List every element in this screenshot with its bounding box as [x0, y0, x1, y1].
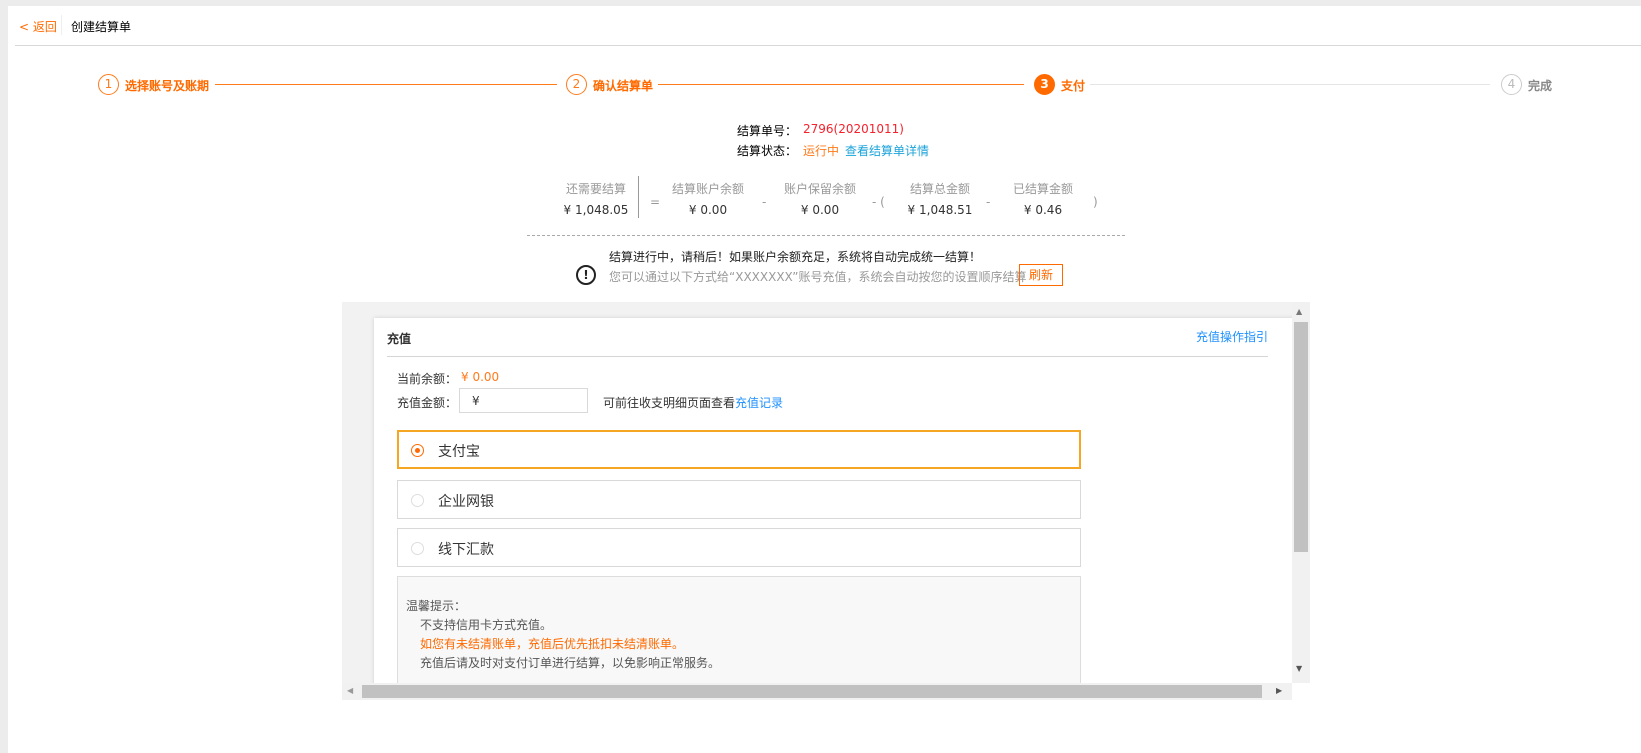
step-4-label: 完成 — [1528, 79, 1553, 93]
page-title: 创建结算单 — [71, 20, 132, 34]
step-2-circle: 2 — [566, 74, 587, 95]
header-rule — [15, 45, 1641, 46]
label: 账户保留余额 — [783, 182, 856, 196]
recharge-record-link[interactable]: 充值记录 — [735, 396, 783, 410]
order-value: 2796(20201011) — [803, 122, 904, 136]
step-1-circle: 1 — [98, 74, 119, 95]
balance-value: ¥ 0.00 — [461, 370, 500, 384]
option-label: 企业网银 — [438, 494, 494, 510]
tip-item: 不支持信用卡方式充值。 — [420, 618, 553, 632]
step-2-label: 确认结算单 — [593, 79, 654, 93]
card-divider — [387, 356, 1268, 357]
summary-total-amount: 结算总金额 ¥ 1,048.51 — [885, 180, 995, 217]
label: 结算总金额 — [909, 182, 970, 196]
amount-input[interactable]: ¥ — [459, 388, 588, 413]
radio[interactable] — [411, 542, 424, 555]
scroll-down-icon[interactable]: ▼ — [1296, 664, 1302, 673]
scroll-right-icon[interactable]: ▶ — [1276, 686, 1282, 695]
balance-label: 当前余额： — [397, 372, 458, 386]
warning-icon: ! — [576, 265, 596, 285]
payment-option-alipay[interactable]: 支付宝 — [397, 430, 1081, 469]
tips-box: 温馨提示： 不支持信用卡方式充值。 如您有未结清账单，充值后优先抵扣未结清账单。… — [397, 576, 1081, 683]
status-value: 运行中 — [803, 144, 840, 158]
label: 已结算金额 — [1012, 182, 1073, 196]
summary-remaining: 还需要结算 ¥ 1,048.05 — [541, 180, 651, 217]
dashed-divider — [527, 235, 1125, 236]
radio[interactable] — [411, 494, 424, 507]
refresh-button[interactable]: 刷新 — [1019, 264, 1063, 286]
label: 结算账户余额 — [671, 182, 744, 196]
tip-item-warning: 如您有未结清账单，充值后优先抵扣未结清账单。 — [420, 637, 685, 651]
value: ¥ 0.00 — [688, 203, 728, 217]
value: ¥ 1,048.05 — [563, 203, 629, 217]
amount-label: 充值金额： — [397, 396, 458, 410]
option-label: 线下汇款 — [438, 542, 494, 558]
hint-text: 可前往收支明细页面查看 — [603, 396, 736, 410]
summary-account-balance: 结算账户余额 ¥ 0.00 — [653, 180, 763, 217]
value: ¥ 1,048.51 — [907, 203, 973, 217]
summary-divider — [638, 176, 639, 218]
vertical-scroll-thumb[interactable] — [1294, 322, 1308, 552]
currency-prefix: ¥ — [472, 394, 480, 408]
value: ¥ 0.00 — [800, 203, 840, 217]
tips-title: 温馨提示： — [406, 599, 467, 613]
header-divider — [61, 15, 62, 35]
scroll-left-icon[interactable]: ◀ — [347, 686, 353, 695]
step-connector — [215, 84, 557, 85]
payment-option-offline[interactable]: 线下汇款 — [397, 528, 1081, 567]
step-4-circle: 4 — [1501, 74, 1522, 95]
order-label: 结算单号： — [736, 124, 797, 138]
close-paren: ) — [1093, 195, 1098, 209]
summary-settled-amount: 已结算金额 ¥ 0.46 — [988, 180, 1098, 217]
recharge-title: 充值 — [387, 332, 412, 346]
value: ¥ 0.46 — [1023, 203, 1063, 217]
recharge-guide-link[interactable]: 充值操作指引 — [1196, 328, 1268, 345]
step-3-circle: 3 — [1034, 74, 1055, 95]
tip-item: 充值后请及时对支付订单进行结算，以免影响正常服务。 — [420, 656, 721, 670]
summary-reserved-balance: 账户保留余额 ¥ 0.00 — [765, 180, 875, 217]
step-connector — [1090, 84, 1490, 85]
radio-selected[interactable] — [411, 444, 424, 457]
horizontal-scroll-thumb[interactable] — [362, 685, 1262, 698]
back-link[interactable]: < 返回 — [19, 18, 57, 35]
option-label: 支付宝 — [438, 444, 480, 460]
notice-line1: 结算进行中，请稍后！如果账户余额充足，系统将自动完成统一结算！ — [609, 250, 982, 264]
step-connector — [658, 84, 1024, 85]
status-label: 结算状态： — [736, 144, 797, 158]
payment-option-bank[interactable]: 企业网银 — [397, 480, 1081, 519]
step-3-label: 支付 — [1061, 79, 1086, 93]
vertical-scrollbar[interactable]: ▲ ▼ — [1292, 302, 1310, 683]
step-1-label: 选择账号及账期 — [125, 79, 210, 93]
view-detail-link[interactable]: 查看结算单详情 — [845, 142, 929, 159]
label: 还需要结算 — [565, 182, 626, 196]
minus-paren: - ( — [872, 195, 885, 209]
recharge-hint: 可前往收支明细页面查看充值记录 — [603, 394, 783, 411]
notice-line2: 您可以通过以下方式给“XXXXXXX”账号充值，系统会自动按您的设置顺序结算 — [609, 270, 1027, 284]
scroll-up-icon[interactable]: ▲ — [1296, 307, 1302, 316]
horizontal-scrollbar[interactable]: ◀ ▶ — [342, 683, 1292, 700]
